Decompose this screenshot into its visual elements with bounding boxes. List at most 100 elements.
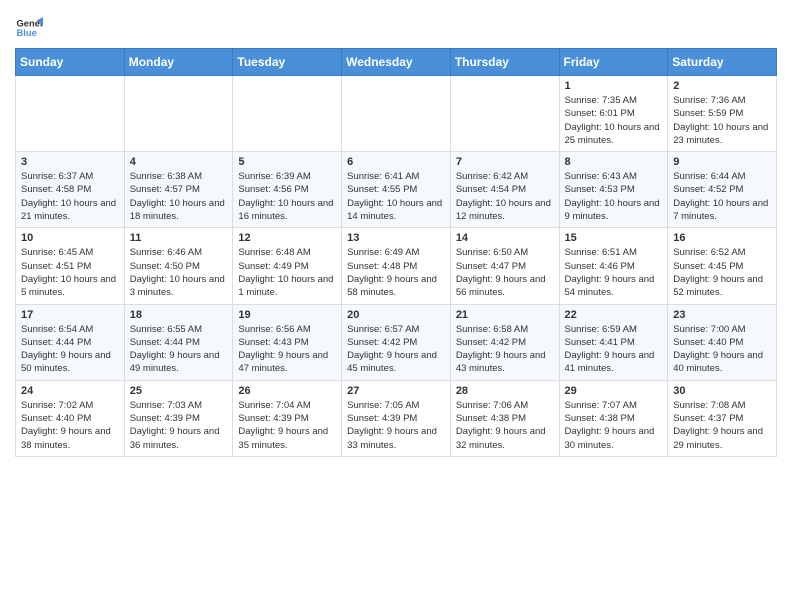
calendar-week-0: 1Sunrise: 7:35 AM Sunset: 6:01 PM Daylig…: [16, 76, 777, 152]
calendar-cell: 18 Sunrise: 6:55 AM Sunset: 4:44 PM Dayli…: [124, 304, 233, 380]
day-number: 29: [565, 385, 663, 397]
day-info: Sunrise: 7:36 AM Sunset: 5:59 PM Dayligh…: [673, 94, 771, 147]
calendar-cell: [450, 76, 559, 152]
day-info: Sunrise: 6:37 AM Sunset: 4:58 PM Dayligh…: [21, 170, 119, 223]
calendar-cell: 11 Sunrise: 6:46 AM Sunset: 4:50 PM Dayli…: [124, 228, 233, 304]
calendar-cell: 20 Sunrise: 6:57 AM Sunset: 4:42 PM Dayli…: [342, 304, 451, 380]
day-number: 4: [130, 156, 228, 168]
day-info: Sunrise: 6:39 AM Sunset: 4:56 PM Dayligh…: [238, 170, 336, 223]
day-number: 10: [21, 232, 119, 244]
weekday-header-friday: Friday: [559, 49, 668, 76]
day-info: Sunrise: 7:07 AM Sunset: 4:38 PM Dayligh…: [565, 399, 663, 452]
calendar-cell: [124, 76, 233, 152]
weekday-header-sunday: Sunday: [16, 49, 125, 76]
day-number: 11: [130, 232, 228, 244]
day-number: 12: [238, 232, 336, 244]
day-info: Sunrise: 6:41 AM Sunset: 4:55 PM Dayligh…: [347, 170, 445, 223]
svg-text:Blue: Blue: [17, 28, 37, 38]
day-number: 23: [673, 309, 771, 321]
calendar-cell: 16Sunrise: 6:52 AM Sunset: 4:45 PM Dayli…: [668, 228, 777, 304]
day-info: Sunrise: 6:38 AM Sunset: 4:57 PM Dayligh…: [130, 170, 228, 223]
calendar-cell: 27Sunrise: 7:05 AM Sunset: 4:39 PM Dayli…: [342, 380, 451, 456]
day-number: 14: [456, 232, 554, 244]
day-info: Sunrise: 6:43 AM Sunset: 4:53 PM Dayligh…: [565, 170, 663, 223]
calendar-cell: 7 Sunrise: 6:42 AM Sunset: 4:54 PM Daylig…: [450, 152, 559, 228]
day-number: 18: [130, 309, 228, 321]
day-number: 25: [130, 385, 228, 397]
calendar-cell: 21Sunrise: 6:58 AM Sunset: 4:42 PM Dayli…: [450, 304, 559, 380]
logo-icon: General Blue: [15, 14, 43, 42]
day-info: Sunrise: 6:52 AM Sunset: 4:45 PM Dayligh…: [673, 246, 771, 299]
calendar-cell: 26 Sunrise: 7:04 AM Sunset: 4:39 PM Dayli…: [233, 380, 342, 456]
day-info: Sunrise: 7:08 AM Sunset: 4:37 PM Dayligh…: [673, 399, 771, 452]
day-number: 20: [347, 309, 445, 321]
day-number: 30: [673, 385, 771, 397]
day-info: Sunrise: 6:51 AM Sunset: 4:46 PM Dayligh…: [565, 246, 663, 299]
day-number: 27: [347, 385, 445, 397]
calendar-cell: [233, 76, 342, 152]
calendar-cell: 23 Sunrise: 7:00 AM Sunset: 4:40 PM Dayli…: [668, 304, 777, 380]
calendar-week-4: 24 Sunrise: 7:02 AM Sunset: 4:40 PM Dayli…: [16, 380, 777, 456]
day-info: Sunrise: 7:03 AM Sunset: 4:39 PM Dayligh…: [130, 399, 228, 452]
weekday-header-row: SundayMondayTuesdayWednesdayThursdayFrid…: [16, 49, 777, 76]
weekday-header-saturday: Saturday: [668, 49, 777, 76]
day-info: Sunrise: 6:55 AM Sunset: 4:44 PM Dayligh…: [130, 323, 228, 376]
day-info: Sunrise: 7:00 AM Sunset: 4:40 PM Dayligh…: [673, 323, 771, 376]
day-info: Sunrise: 6:59 AM Sunset: 4:41 PM Dayligh…: [565, 323, 663, 376]
day-number: 3: [21, 156, 119, 168]
calendar-cell: 22 Sunrise: 6:59 AM Sunset: 4:41 PM Dayli…: [559, 304, 668, 380]
calendar-cell: 10Sunrise: 6:45 AM Sunset: 4:51 PM Dayli…: [16, 228, 125, 304]
calendar-cell: 13 Sunrise: 6:49 AM Sunset: 4:48 PM Dayli…: [342, 228, 451, 304]
day-number: 26: [238, 385, 336, 397]
calendar-cell: 15 Sunrise: 6:51 AM Sunset: 4:46 PM Dayli…: [559, 228, 668, 304]
calendar-cell: 29 Sunrise: 7:07 AM Sunset: 4:38 PM Dayli…: [559, 380, 668, 456]
day-number: 22: [565, 309, 663, 321]
calendar-cell: 5 Sunrise: 6:39 AM Sunset: 4:56 PM Daylig…: [233, 152, 342, 228]
day-info: Sunrise: 7:02 AM Sunset: 4:40 PM Dayligh…: [21, 399, 119, 452]
calendar-week-1: 3 Sunrise: 6:37 AM Sunset: 4:58 PM Daylig…: [16, 152, 777, 228]
day-info: Sunrise: 7:35 AM Sunset: 6:01 PM Dayligh…: [565, 94, 663, 147]
day-info: Sunrise: 6:42 AM Sunset: 4:54 PM Dayligh…: [456, 170, 554, 223]
calendar-cell: 25 Sunrise: 7:03 AM Sunset: 4:39 PM Dayli…: [124, 380, 233, 456]
day-number: 7: [456, 156, 554, 168]
weekday-header-thursday: Thursday: [450, 49, 559, 76]
calendar-cell: 9 Sunrise: 6:44 AM Sunset: 4:52 PM Daylig…: [668, 152, 777, 228]
day-info: Sunrise: 7:06 AM Sunset: 4:38 PM Dayligh…: [456, 399, 554, 452]
day-number: 13: [347, 232, 445, 244]
day-info: Sunrise: 6:57 AM Sunset: 4:42 PM Dayligh…: [347, 323, 445, 376]
calendar-cell: 3 Sunrise: 6:37 AM Sunset: 4:58 PM Daylig…: [16, 152, 125, 228]
day-number: 8: [565, 156, 663, 168]
calendar-cell: [342, 76, 451, 152]
day-number: 6: [347, 156, 445, 168]
day-number: 24: [21, 385, 119, 397]
calendar-week-2: 10Sunrise: 6:45 AM Sunset: 4:51 PM Dayli…: [16, 228, 777, 304]
day-number: 2: [673, 80, 771, 92]
day-info: Sunrise: 6:44 AM Sunset: 4:52 PM Dayligh…: [673, 170, 771, 223]
logo: General Blue: [15, 14, 43, 42]
calendar-week-3: 17 Sunrise: 6:54 AM Sunset: 4:44 PM Dayli…: [16, 304, 777, 380]
day-number: 21: [456, 309, 554, 321]
calendar-cell: 30 Sunrise: 7:08 AM Sunset: 4:37 PM Dayli…: [668, 380, 777, 456]
calendar-header: SundayMondayTuesdayWednesdayThursdayFrid…: [16, 49, 777, 76]
day-info: Sunrise: 6:54 AM Sunset: 4:44 PM Dayligh…: [21, 323, 119, 376]
calendar-cell: 14Sunrise: 6:50 AM Sunset: 4:47 PM Dayli…: [450, 228, 559, 304]
day-info: Sunrise: 7:04 AM Sunset: 4:39 PM Dayligh…: [238, 399, 336, 452]
day-number: 9: [673, 156, 771, 168]
calendar-cell: 1Sunrise: 7:35 AM Sunset: 6:01 PM Daylig…: [559, 76, 668, 152]
page-header: General Blue: [15, 10, 777, 42]
calendar-body: 1Sunrise: 7:35 AM Sunset: 6:01 PM Daylig…: [16, 76, 777, 457]
weekday-header-wednesday: Wednesday: [342, 49, 451, 76]
day-info: Sunrise: 6:46 AM Sunset: 4:50 PM Dayligh…: [130, 246, 228, 299]
day-number: 17: [21, 309, 119, 321]
calendar-table: SundayMondayTuesdayWednesdayThursdayFrid…: [15, 48, 777, 457]
calendar-cell: 8 Sunrise: 6:43 AM Sunset: 4:53 PM Daylig…: [559, 152, 668, 228]
calendar-cell: 28Sunrise: 7:06 AM Sunset: 4:38 PM Dayli…: [450, 380, 559, 456]
day-number: 15: [565, 232, 663, 244]
day-info: Sunrise: 6:49 AM Sunset: 4:48 PM Dayligh…: [347, 246, 445, 299]
calendar-cell: 6 Sunrise: 6:41 AM Sunset: 4:55 PM Daylig…: [342, 152, 451, 228]
day-number: 5: [238, 156, 336, 168]
calendar-cell: 4 Sunrise: 6:38 AM Sunset: 4:57 PM Daylig…: [124, 152, 233, 228]
calendar-cell: 12Sunrise: 6:48 AM Sunset: 4:49 PM Dayli…: [233, 228, 342, 304]
calendar-cell: 19Sunrise: 6:56 AM Sunset: 4:43 PM Dayli…: [233, 304, 342, 380]
weekday-header-tuesday: Tuesday: [233, 49, 342, 76]
